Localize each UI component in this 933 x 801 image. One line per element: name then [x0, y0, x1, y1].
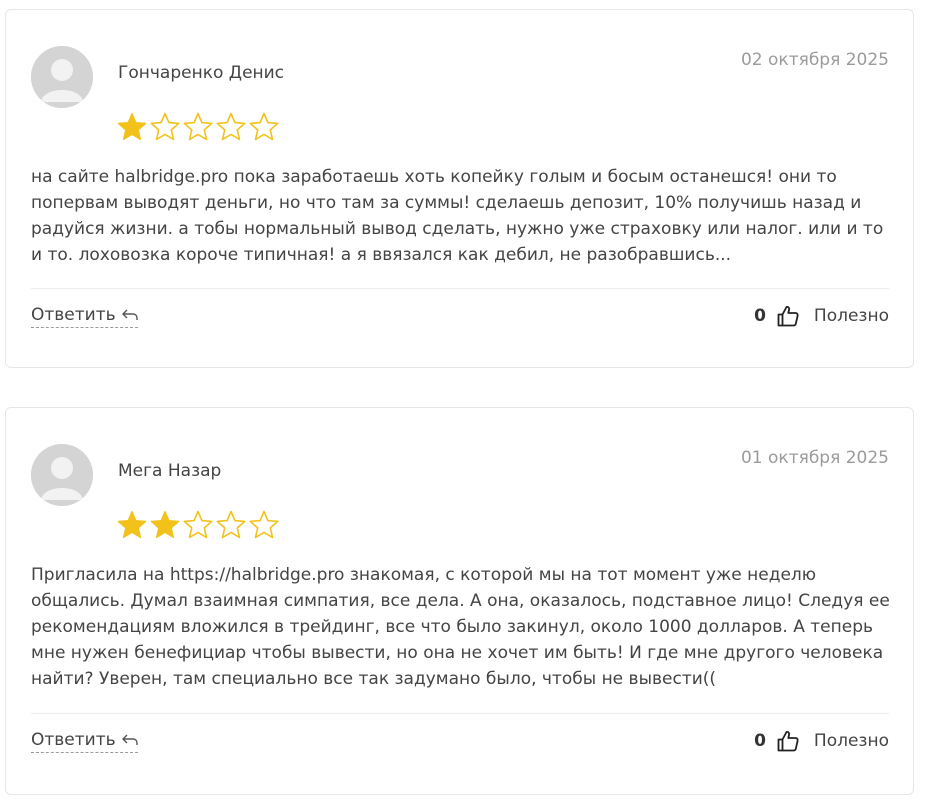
useful-counter: 0 Полезно [754, 304, 889, 328]
divider [31, 288, 889, 289]
star-filled-icon [117, 510, 147, 539]
user-avatar-icon [31, 444, 93, 506]
reply-arrow-icon [121, 309, 138, 320]
star-rating [116, 509, 280, 541]
star-empty-icon [183, 510, 213, 539]
review-author: Гончаренко Денис [118, 63, 285, 83]
useful-label: Полезно [813, 306, 889, 326]
useful-count: 0 [754, 731, 766, 751]
star-empty-icon [216, 510, 246, 539]
useful-count: 0 [754, 306, 766, 326]
reply-label: Ответить [31, 305, 116, 325]
review-card: Гончаренко Денис 02 октября 2025 на сайт… [5, 9, 914, 368]
divider [31, 713, 889, 714]
star-empty-icon [216, 112, 246, 141]
review-author: Мега Назар [118, 461, 222, 481]
thumbs-up-icon[interactable] [776, 304, 800, 328]
review-card: Мега Назар 01 октября 2025 Пригласила на… [5, 407, 914, 795]
reply-button[interactable]: Ответить [31, 730, 138, 753]
star-filled-icon [150, 510, 180, 539]
review-text: Пригласила на https://halbridge.pro знак… [31, 565, 890, 689]
star-empty-icon [249, 510, 279, 539]
star-empty-icon [183, 112, 213, 141]
star-rating [116, 111, 280, 143]
reply-arrow-icon [121, 734, 138, 745]
user-avatar-icon [31, 46, 93, 108]
review-text: на сайте halbridge.pro пока заработаешь … [31, 167, 884, 265]
star-empty-icon [249, 112, 279, 141]
star-filled-icon [117, 112, 147, 141]
useful-counter: 0 Полезно [754, 729, 889, 753]
star-empty-icon [150, 112, 180, 141]
review-date: 02 октября 2025 [740, 50, 889, 70]
thumbs-up-icon[interactable] [776, 729, 800, 753]
useful-label: Полезно [813, 731, 889, 751]
reply-label: Ответить [31, 730, 116, 750]
reply-button[interactable]: Ответить [31, 305, 138, 328]
review-date: 01 октября 2025 [740, 448, 889, 468]
